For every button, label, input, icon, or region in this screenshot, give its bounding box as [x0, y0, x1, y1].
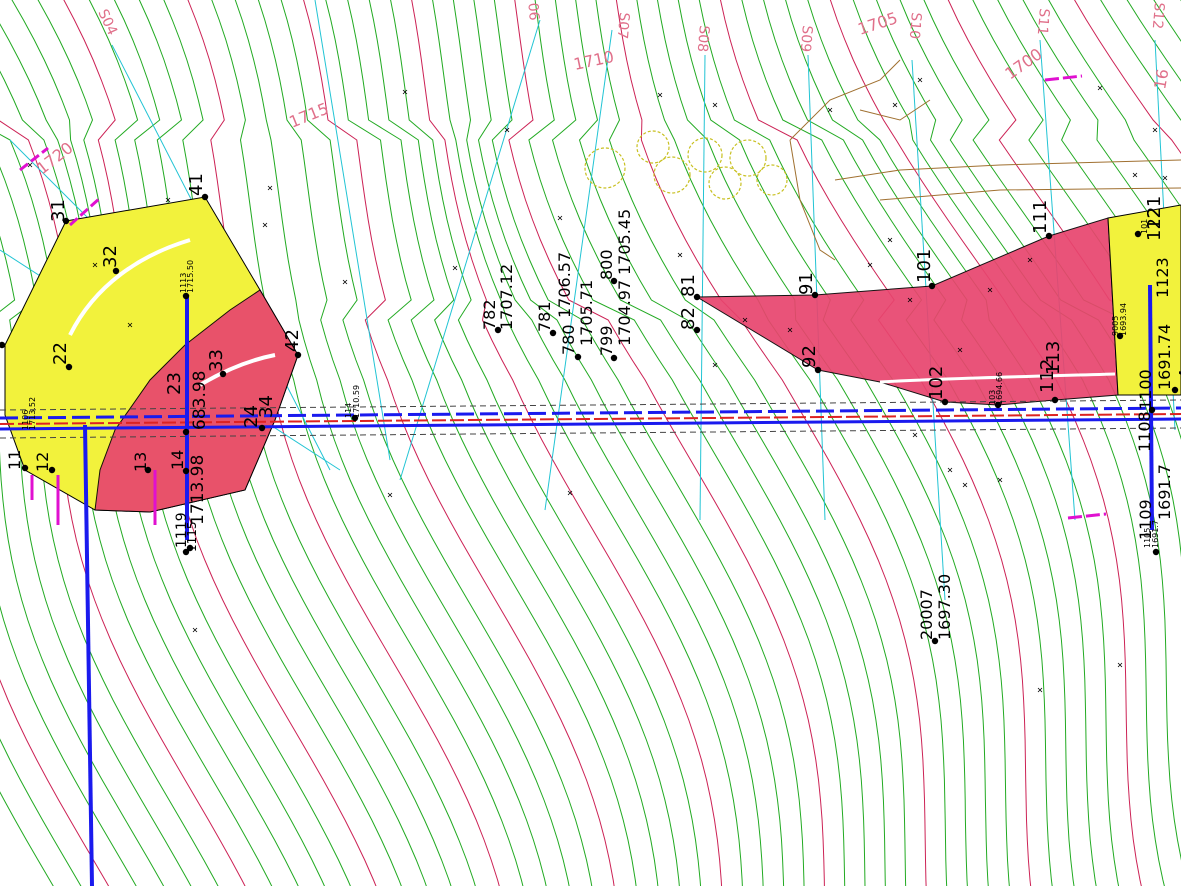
- point-label: 1123: [1153, 257, 1172, 298]
- point-label: 33: [206, 349, 227, 372]
- section-label: 90: [526, 2, 543, 21]
- point-label: 781: [535, 301, 554, 332]
- point-label: 32: [100, 245, 121, 268]
- topographic-map: 17201715171017051700 16S04 90S07 S08 S09 S10 S…: [0, 0, 1181, 886]
- section-label: S07: [614, 12, 632, 40]
- section-label: S10: [906, 12, 924, 40]
- contour-label: 16: [1150, 67, 1172, 90]
- point-label: 1100: [1136, 369, 1155, 410]
- point-label: 799: [597, 325, 616, 356]
- point-label: 1707.12: [497, 264, 516, 330]
- point-label: 31: [48, 199, 69, 222]
- point-label: 683.98: [190, 371, 210, 430]
- point-label: 23: [164, 372, 185, 395]
- point-label: 1705.45: [615, 209, 634, 275]
- point-label: 102: [926, 366, 947, 400]
- small-label: 1694.66: [995, 372, 1004, 405]
- point-label: 1697.30: [935, 574, 954, 640]
- section-label: S08: [694, 25, 712, 53]
- point-label: 81: [678, 274, 699, 297]
- point-label: 1691.74: [1155, 324, 1174, 390]
- point-label: 800: [597, 249, 616, 280]
- point-label: 1704.97: [615, 280, 634, 346]
- small-label: 1710.59: [352, 385, 361, 418]
- point-label: 101: [914, 249, 935, 283]
- point-label: 91: [796, 272, 817, 295]
- small-label: 101: [1140, 219, 1149, 234]
- point-label: 82: [678, 307, 699, 330]
- point-label: 14: [168, 450, 187, 470]
- point-label: 42: [282, 329, 303, 352]
- section-label: S12: [1149, 2, 1167, 30]
- point-label: 1691.7: [1155, 464, 1174, 520]
- section-label: S09: [797, 25, 815, 53]
- point-label: 13: [131, 452, 150, 472]
- point-label: 20007: [917, 589, 936, 640]
- point-label: 34: [256, 395, 277, 418]
- point-label: 1115: [185, 521, 199, 552]
- point-label: 113: [1043, 341, 1064, 375]
- point-label: 1705.71: [577, 280, 596, 346]
- point-label: 1706.57: [555, 252, 574, 318]
- point-label: 12: [33, 452, 52, 472]
- point-label: 111: [1030, 200, 1051, 234]
- point-label: 1108: [1135, 411, 1154, 452]
- survey-point: [1051, 396, 1059, 404]
- point-label: 92: [799, 345, 820, 368]
- point-label: 1713.98: [188, 455, 208, 525]
- small-label: 1713.52: [28, 397, 37, 430]
- point-label: 41: [186, 173, 207, 196]
- survey-point: [182, 428, 190, 436]
- point-label: 4: [1176, 369, 1181, 380]
- point-label: 780: [559, 324, 578, 355]
- small-label: 1693.94: [1119, 303, 1128, 336]
- point-label: 22: [50, 342, 71, 365]
- small-label: 1691.7: [1151, 520, 1160, 548]
- section-label: S11: [1034, 8, 1052, 36]
- survey-point: [1152, 548, 1160, 556]
- point-label: 11: [5, 450, 24, 470]
- small-label: 1715.50: [186, 260, 195, 293]
